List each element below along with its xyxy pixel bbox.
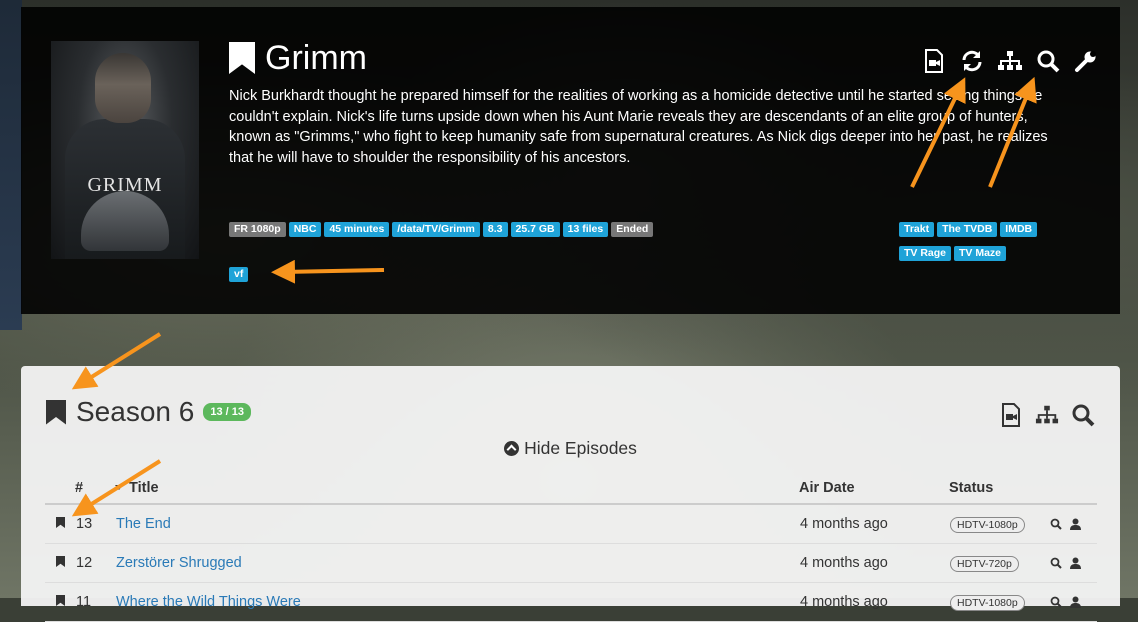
show-info-tags: FR 1080p NBC 45 minutes/data/TV/Grimm 8.3 25… [229, 219, 656, 237]
episode-air-date: 4 months ago [799, 543, 949, 583]
episode-number: 13 [75, 504, 115, 544]
show-overview: Nick Burkhardt thought he prepared himse… [229, 88, 1048, 166]
season-actions [999, 403, 1095, 427]
link-tvrage[interactable]: TV Rage [899, 246, 952, 261]
poster-title: GRIMM [87, 174, 163, 196]
episode-air-date: 4 months ago [799, 582, 949, 622]
link-trakt[interactable]: Trakt [899, 222, 935, 237]
column-number[interactable]: # [75, 472, 115, 505]
episode-number: 12 [75, 543, 115, 583]
show-poster[interactable]: GRIMM [51, 41, 199, 259]
refresh-icon[interactable] [959, 48, 985, 74]
search-icon[interactable] [1035, 48, 1061, 74]
episode-count-badge: 13 / 13 [203, 403, 251, 421]
show-title-row: Grimm [229, 38, 367, 78]
link-tvmaze[interactable]: TV Maze [954, 246, 1007, 261]
wrench-icon[interactable] [1073, 48, 1099, 74]
poster-figure-face [95, 53, 151, 123]
location-tag: /data/TV/Grimm [392, 222, 480, 237]
network-tag: NBC [288, 222, 322, 237]
episodes-table: # Title Air Date Status 13 The End 4 mon… [45, 472, 1097, 622]
language-tag-row: vf [229, 264, 251, 282]
column-status[interactable]: Status [949, 472, 1049, 505]
chevron-up-circle-icon [504, 441, 520, 456]
show-title: Grimm [265, 38, 367, 77]
episode-number: 11 [75, 582, 115, 622]
episode-status-badge: HDTV-720p [950, 555, 1019, 572]
season-header: Season 6 13 / 13 [46, 396, 251, 428]
user-icon[interactable] [1070, 557, 1081, 569]
user-icon[interactable] [1070, 518, 1081, 530]
sort-caret-icon [115, 484, 123, 490]
files-tag: 13 files [562, 222, 609, 237]
bookmark-icon[interactable] [229, 42, 255, 74]
link-imdb[interactable]: IMDB [1000, 222, 1038, 237]
sitemap-icon[interactable] [997, 48, 1023, 74]
quality-tag: FR 1080p [229, 222, 286, 237]
background-figure [0, 0, 22, 330]
bookmark-icon[interactable] [46, 399, 66, 425]
episode-title-link[interactable]: Zerstörer Shrugged [116, 555, 242, 571]
link-tvdb[interactable]: The TVDB [937, 222, 998, 237]
bookmark-icon[interactable] [56, 517, 65, 528]
external-links: Trakt The TVDB IMDB TV Rage TV Maze [899, 219, 1069, 267]
file-video-icon[interactable] [921, 48, 947, 74]
episode-status-badge: HDTV-1080p [950, 516, 1025, 533]
file-video-icon[interactable] [999, 403, 1023, 427]
season-title: Season 6 [76, 396, 195, 427]
status-tag: Ended [611, 222, 654, 237]
runtime-tag: 45 minutes [324, 222, 390, 237]
show-actions [921, 48, 1099, 74]
rating-tag: 8.3 [482, 222, 508, 237]
episode-status-badge: HDTV-1080p [950, 594, 1025, 611]
table-row: 12 Zerstörer Shrugged 4 months ago HDTV-… [45, 543, 1097, 583]
search-icon[interactable] [1050, 518, 1062, 530]
language-tag: vf [229, 267, 249, 282]
episode-air-date: 4 months ago [799, 504, 949, 544]
column-air-date[interactable]: Air Date [799, 472, 949, 505]
hide-episodes-label: Hide Episodes [524, 438, 637, 458]
bookmark-icon[interactable] [56, 595, 65, 606]
table-row: 11 Where the Wild Things Were 4 months a… [45, 582, 1097, 622]
bookmark-icon[interactable] [56, 556, 65, 567]
table-header-row: # Title Air Date Status [45, 472, 1097, 505]
size-tag: 25.7 GB [510, 222, 560, 237]
season-panel: Season 6 13 / 13 Hide Episodes # Title A… [21, 366, 1120, 622]
sitemap-icon[interactable] [1035, 403, 1059, 427]
search-icon[interactable] [1050, 557, 1062, 569]
column-title[interactable]: Title [115, 472, 799, 505]
episode-title-link[interactable]: The End [116, 516, 171, 532]
episode-title-link[interactable]: Where the Wild Things Were [116, 594, 301, 610]
hide-episodes-toggle[interactable]: Hide Episodes [21, 438, 1120, 459]
search-icon[interactable] [1071, 403, 1095, 427]
table-row: 13 The End 4 months ago HDTV-1080p [45, 504, 1097, 544]
